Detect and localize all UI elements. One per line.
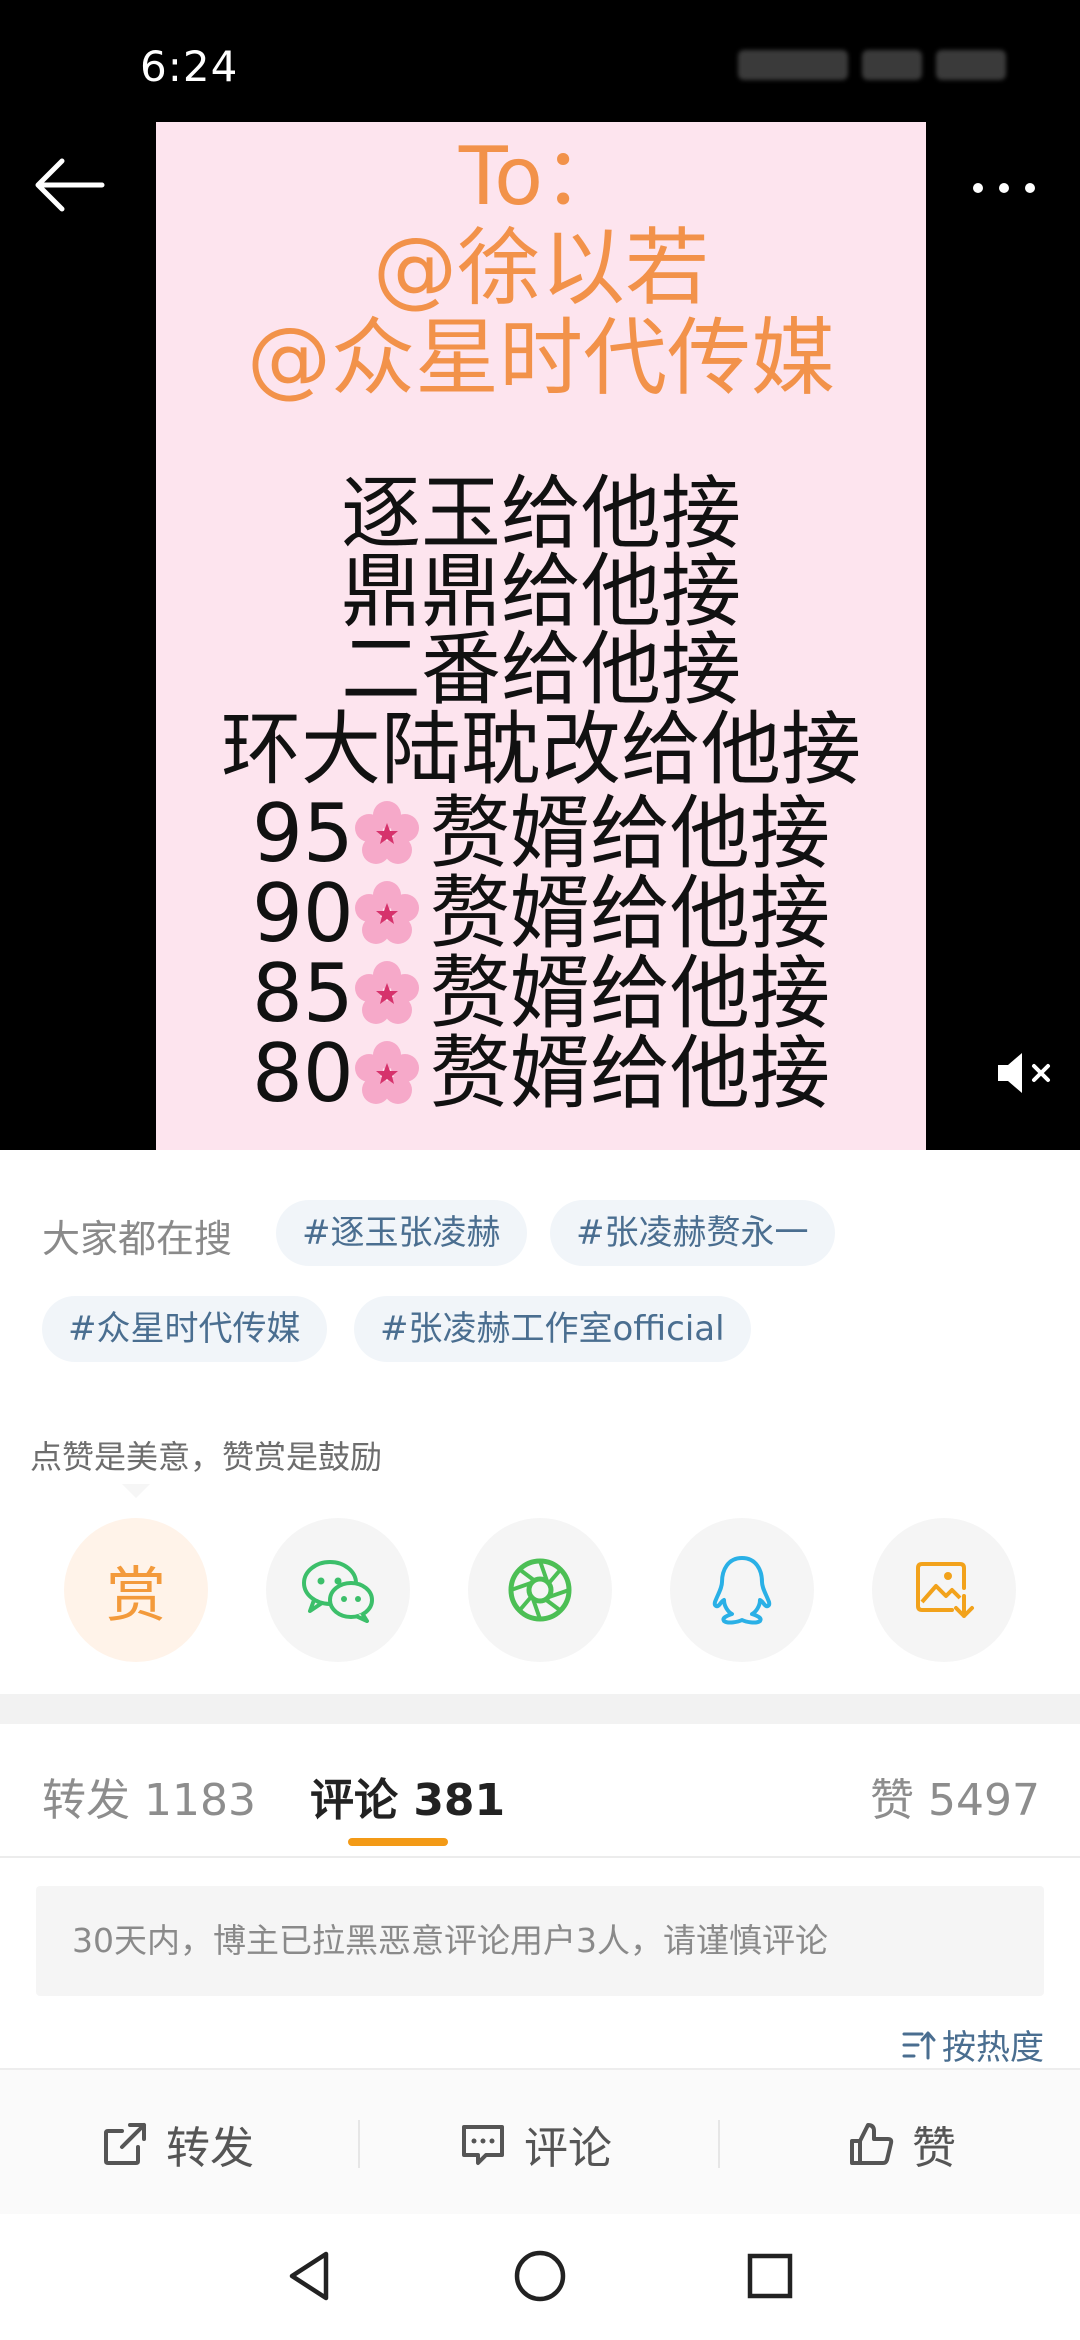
mute-button[interactable] bbox=[994, 1048, 1058, 1098]
poster-image[interactable]: To： @徐以若 @众星时代传媒 逐玉给他接 鼎鼎给他接 二番给他接 环大陆耽改… bbox=[156, 122, 926, 1150]
tab-like[interactable]: 赞 5497 bbox=[870, 1764, 1040, 1828]
back-button[interactable] bbox=[28, 155, 108, 215]
tip-arrow bbox=[122, 1484, 150, 1498]
reward-label: 赏 bbox=[106, 1560, 166, 1631]
poster-ranked-line: 90 赘婿给他接 bbox=[252, 874, 830, 954]
action-separator bbox=[358, 2120, 360, 2168]
share-moments-button[interactable] bbox=[468, 1518, 612, 1662]
save-image-button[interactable] bbox=[872, 1518, 1016, 1662]
cherry-blossom-icon bbox=[355, 801, 419, 864]
sort-button[interactable]: 按热度 bbox=[902, 2020, 1044, 2069]
poster-line: 二番给他接 bbox=[341, 623, 741, 716]
poster-ranked-line: 85 赘婿给他接 bbox=[252, 954, 830, 1034]
comment-label: 评论 bbox=[524, 2123, 612, 2174]
poster-rank-number: 90 bbox=[252, 867, 354, 960]
poster-line: 逐玉给他接 bbox=[341, 467, 741, 560]
like-button[interactable]: 赞 bbox=[846, 2116, 956, 2174]
poster-ranked-line: 80 赘婿给他接 bbox=[252, 1034, 830, 1114]
poster-mention: @众星时代传媒 bbox=[246, 309, 835, 407]
nav-home-icon[interactable] bbox=[510, 2246, 570, 2306]
save-image-icon bbox=[916, 1562, 974, 1618]
system-nav-bar bbox=[0, 2214, 1080, 2340]
like-label: 赞 bbox=[912, 2123, 956, 2174]
share-wechat-button[interactable] bbox=[266, 1518, 410, 1662]
nav-back-icon[interactable] bbox=[280, 2246, 340, 2306]
tab-repost[interactable]: 转发 1183 bbox=[42, 1764, 256, 1828]
speaker-muted-icon bbox=[998, 1053, 1050, 1093]
arrow-left-icon bbox=[35, 158, 105, 212]
hot-search-tag[interactable]: #众星时代传媒 bbox=[42, 1296, 327, 1362]
poster-line: 鼎鼎给他接 bbox=[341, 545, 741, 638]
interaction-tabs: 转发 1183 评论 381 赞 5497 bbox=[0, 1724, 1080, 1858]
hot-search-tag[interactable]: #逐玉张凌赫 bbox=[276, 1200, 527, 1266]
poster-rank-text: 赘婿给他接 bbox=[430, 1027, 830, 1120]
more-dots-icon bbox=[973, 183, 1035, 193]
poster-ranked-line: 95 赘婿给他接 bbox=[252, 794, 830, 874]
thumbs-up-icon bbox=[850, 2123, 894, 2165]
active-tab-indicator bbox=[348, 1838, 448, 1846]
share-out-icon bbox=[104, 2123, 146, 2165]
poster-rank-text: 赘婿给他接 bbox=[430, 947, 830, 1040]
poster-rank-number: 80 bbox=[252, 1027, 354, 1120]
reward-tip: 点赞是美意，赞赏是鼓励 bbox=[30, 1438, 383, 1476]
media-viewer[interactable]: 6:24 To： @徐以若 @众星时代传媒 逐玉给他接 鼎鼎给他接 二番给他接 … bbox=[0, 0, 1080, 1150]
share-qq-button[interactable] bbox=[670, 1518, 814, 1662]
bottom-action-bar: 转发 评论 赞 bbox=[0, 2068, 1080, 2216]
moments-icon bbox=[508, 1558, 572, 1622]
poster-rank-text: 赘婿给他接 bbox=[430, 867, 830, 960]
comment-button[interactable]: 评论 bbox=[458, 2116, 612, 2174]
comment-notice: 30天内，博主已拉黑恶意评论用户3人，请谨慎评论 bbox=[36, 1886, 1044, 1996]
status-icons bbox=[724, 50, 1024, 84]
cherry-blossom-icon bbox=[355, 881, 419, 944]
cherry-blossom-icon bbox=[355, 1041, 419, 1104]
poster-mention: @徐以若 bbox=[372, 219, 709, 317]
comment-icon bbox=[462, 2125, 504, 2165]
sort-icon bbox=[902, 2031, 936, 2059]
section-divider bbox=[0, 1694, 1080, 1724]
poster-rank-text: 赘婿给他接 bbox=[430, 787, 830, 880]
poster-to: To： bbox=[458, 130, 624, 223]
hot-search-tag[interactable]: #张凌赫赘永一 bbox=[550, 1200, 835, 1266]
action-separator bbox=[718, 2120, 720, 2168]
hot-search-label: 大家都在搜 bbox=[42, 1217, 233, 1261]
qq-icon bbox=[712, 1556, 772, 1625]
hot-search-tag[interactable]: #张凌赫工作室official bbox=[354, 1296, 751, 1362]
cherry-blossom-icon bbox=[355, 961, 419, 1024]
poster-rank-number: 95 bbox=[252, 787, 354, 880]
status-time: 6:24 bbox=[140, 42, 239, 91]
repost-button[interactable]: 转发 bbox=[100, 2116, 254, 2174]
nav-recent-apps-icon[interactable] bbox=[740, 2246, 800, 2306]
reward-button[interactable]: 赏 bbox=[64, 1518, 208, 1662]
poster-line: 环大陆耽改给他接 bbox=[221, 703, 861, 796]
repost-label: 转发 bbox=[166, 2123, 254, 2174]
sort-label: 按热度 bbox=[942, 2028, 1044, 2068]
more-button[interactable] bbox=[964, 168, 1044, 208]
poster-rank-number: 85 bbox=[252, 947, 354, 1040]
tab-comment[interactable]: 评论 381 bbox=[310, 1764, 505, 1828]
wechat-icon bbox=[302, 1560, 374, 1623]
